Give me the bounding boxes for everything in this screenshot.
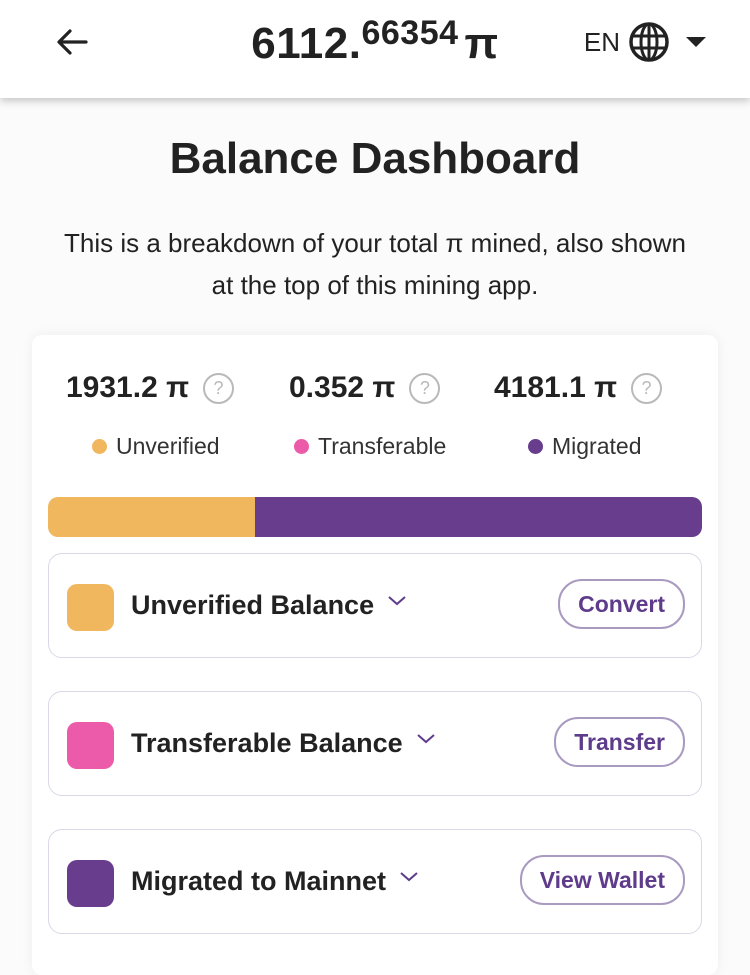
help-icon[interactable]: ? [409, 373, 440, 404]
language-selector[interactable]: EN [584, 20, 706, 64]
stat-unverified: 1931.2 π? [66, 371, 234, 405]
legend-dot [294, 439, 309, 454]
bar-segment-unverified [48, 497, 255, 537]
stat-transferable: 0.352 π? [289, 371, 440, 405]
total-decimal: 66354 [361, 14, 458, 52]
balance-card: 1931.2 π? Unverified 0.352 π? Transferab… [32, 335, 718, 975]
language-code: EN [584, 27, 620, 58]
chevron-down-icon [388, 596, 406, 606]
color-swatch [67, 584, 114, 631]
convert-button[interactable]: Convert [558, 579, 685, 629]
chevron-down-icon [417, 734, 435, 744]
page-description: This is a breakdown of your total π mine… [60, 222, 690, 306]
stat-migrated: 4181.1 π? [494, 371, 662, 405]
help-icon[interactable]: ? [631, 373, 662, 404]
pi-symbol: π [465, 19, 499, 68]
globe-icon [628, 21, 670, 63]
total-integer: 6112. [251, 19, 361, 68]
legend-transferable: Transferable [294, 433, 446, 460]
legend-unverified: Unverified [92, 433, 220, 460]
row-label: Transferable Balance [131, 728, 403, 759]
bar-segment-migrated [255, 497, 702, 537]
balance-distribution-bar [48, 497, 702, 537]
legend-label: Migrated [552, 433, 641, 460]
legend-label: Unverified [116, 433, 220, 460]
stat-amount: 4181.1 π [494, 371, 617, 405]
color-swatch [67, 722, 114, 769]
caret-down-icon [686, 37, 706, 47]
help-icon[interactable]: ? [203, 373, 234, 404]
row-transferable-balance: Transferable Balance Transfer [48, 691, 702, 796]
row-label: Migrated to Mainnet [131, 866, 386, 897]
expand-transferable-balance[interactable]: Transferable Balance [131, 728, 435, 759]
expand-migrated-to-mainnet[interactable]: Migrated to Mainnet [131, 866, 418, 897]
legend-migrated: Migrated [528, 433, 641, 460]
stat-amount: 0.352 π [289, 371, 395, 405]
expand-unverified-balance[interactable]: Unverified Balance [131, 590, 406, 621]
top-bar: 6112.66354π EN [0, 0, 750, 98]
chevron-down-icon [400, 872, 418, 882]
color-swatch [67, 860, 114, 907]
legend-label: Transferable [318, 433, 446, 460]
row-label: Unverified Balance [131, 590, 374, 621]
page-title: Balance Dashboard [0, 134, 750, 184]
legend-dot [528, 439, 543, 454]
row-migrated-to-mainnet: Migrated to Mainnet View Wallet [48, 829, 702, 934]
transfer-button[interactable]: Transfer [554, 717, 685, 767]
row-unverified-balance: Unverified Balance Convert [48, 553, 702, 658]
balance-stats: 1931.2 π? Unverified 0.352 π? Transferab… [32, 371, 718, 471]
view-wallet-button[interactable]: View Wallet [520, 855, 685, 905]
stat-amount: 1931.2 π [66, 371, 189, 405]
legend-dot [92, 439, 107, 454]
